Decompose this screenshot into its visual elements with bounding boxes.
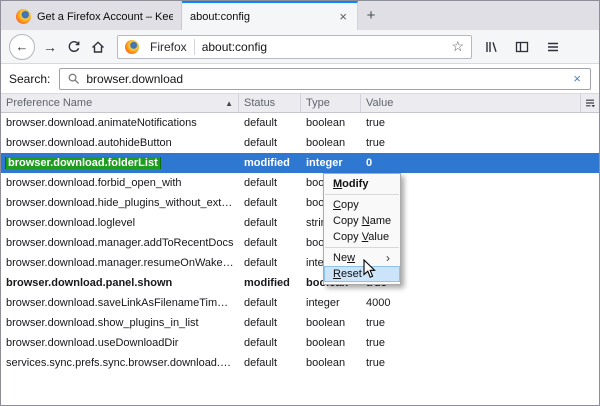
menu-item-new[interactable]: New › — [324, 250, 400, 266]
sort-ascending-icon: ▲ — [225, 99, 233, 108]
tab-title: Get a Firefox Account – Keep y — [37, 11, 173, 23]
divider — [194, 39, 195, 55]
table-row[interactable]: browser.download.forbid_open_with defaul… — [1, 173, 599, 193]
column-label: Value — [366, 97, 393, 109]
table-header: Preference Name ▲ Status Type Value — [1, 93, 599, 113]
config-search-row: Search: browser.download × — [1, 64, 599, 93]
table-row[interactable]: browser.download.manager.addToRecentDocs… — [1, 233, 599, 253]
sidebar-icon — [514, 39, 530, 55]
tab-title: about:config — [190, 11, 331, 23]
search-value[interactable]: browser.download — [86, 72, 571, 86]
table-row[interactable]: browser.download.manager.resumeOnWakeDel… — [1, 253, 599, 273]
home-button[interactable] — [86, 35, 110, 59]
column-header-status[interactable]: Status — [239, 94, 301, 112]
menu-button[interactable] — [541, 35, 565, 59]
submenu-arrow-icon: › — [386, 250, 390, 266]
preference-list: browser.download.animateNotifications de… — [1, 113, 599, 373]
home-icon — [90, 39, 106, 55]
bookmark-star-icon[interactable]: ☆ — [451, 38, 464, 55]
search-input[interactable]: browser.download × — [59, 68, 591, 90]
table-row[interactable]: browser.download.useDownloadDir default … — [1, 333, 599, 353]
menu-item-modify[interactable]: Modify — [324, 176, 400, 192]
table-row[interactable]: browser.download.show_plugins_in_list de… — [1, 313, 599, 333]
tab-bar: Get a Firefox Account – Keep y about:con… — [1, 1, 599, 30]
table-row[interactable]: browser.download.panel.shown modified bo… — [1, 273, 599, 293]
hamburger-icon — [545, 39, 561, 55]
sidebar-button[interactable] — [510, 35, 534, 59]
table-row[interactable]: browser.download.autohideButton default … — [1, 133, 599, 153]
menu-item-copy-value[interactable]: Copy Value — [324, 229, 400, 245]
table-row[interactable]: services.sync.prefs.sync.browser.downloa… — [1, 353, 599, 373]
table-row-selected[interactable]: browser.download.folderList modified int… — [1, 153, 599, 173]
forward-button[interactable]: → — [38, 35, 62, 59]
column-header-preference-name[interactable]: Preference Name ▲ — [1, 94, 239, 112]
green-highlight-annotation: browser.download.folderList — [6, 157, 160, 169]
column-label: Preference Name — [6, 97, 92, 109]
library-button[interactable] — [479, 35, 503, 59]
search-label: Search: — [9, 72, 50, 86]
back-button[interactable]: ← — [9, 34, 35, 60]
table-row[interactable]: browser.download.animateNotifications de… — [1, 113, 599, 133]
new-tab-button[interactable]: + — [358, 1, 384, 30]
mouse-cursor-icon — [363, 259, 377, 279]
table-row[interactable]: browser.download.loglevel default string — [1, 213, 599, 233]
toolbar-right-icons — [479, 35, 565, 59]
column-label: Type — [306, 97, 330, 109]
clear-search-icon[interactable]: × — [571, 71, 583, 86]
menu-separator — [325, 247, 399, 248]
menu-item-reset[interactable]: Reset — [324, 266, 400, 282]
url-text[interactable]: about:config — [202, 40, 452, 54]
firefox-logo-icon — [125, 40, 139, 54]
reload-button[interactable] — [62, 35, 86, 59]
browser-window: Get a Firefox Account – Keep y about:con… — [0, 0, 600, 406]
search-icon — [67, 72, 80, 85]
context-menu: Modify Copy Copy Name Copy Value New › R… — [323, 173, 401, 285]
column-header-type[interactable]: Type — [301, 94, 361, 112]
url-bar[interactable]: Firefox about:config ☆ — [117, 35, 472, 59]
tab-about-config[interactable]: about:config × — [182, 1, 358, 30]
menu-item-copy-name[interactable]: Copy Name — [324, 213, 400, 229]
reload-icon — [66, 39, 82, 55]
column-header-value[interactable]: Value — [361, 94, 581, 112]
table-row[interactable]: browser.download.saveLinkAsFilenameTimeo… — [1, 293, 599, 313]
table-row[interactable]: browser.download.hide_plugins_without_ex… — [1, 193, 599, 213]
menu-item-copy[interactable]: Copy — [324, 197, 400, 213]
column-picker-button[interactable] — [581, 94, 599, 112]
identity-label: Firefox — [150, 40, 187, 54]
tab-firefox-account[interactable]: Get a Firefox Account – Keep y — [8, 1, 182, 30]
firefox-logo-icon — [16, 9, 31, 24]
navigation-toolbar: ← → Firefox about:config ☆ — [1, 30, 599, 64]
column-label: Status — [244, 97, 275, 109]
menu-separator — [325, 194, 399, 195]
column-picker-icon — [584, 97, 596, 109]
close-tab-icon[interactable]: × — [337, 10, 349, 23]
library-icon — [483, 39, 499, 55]
